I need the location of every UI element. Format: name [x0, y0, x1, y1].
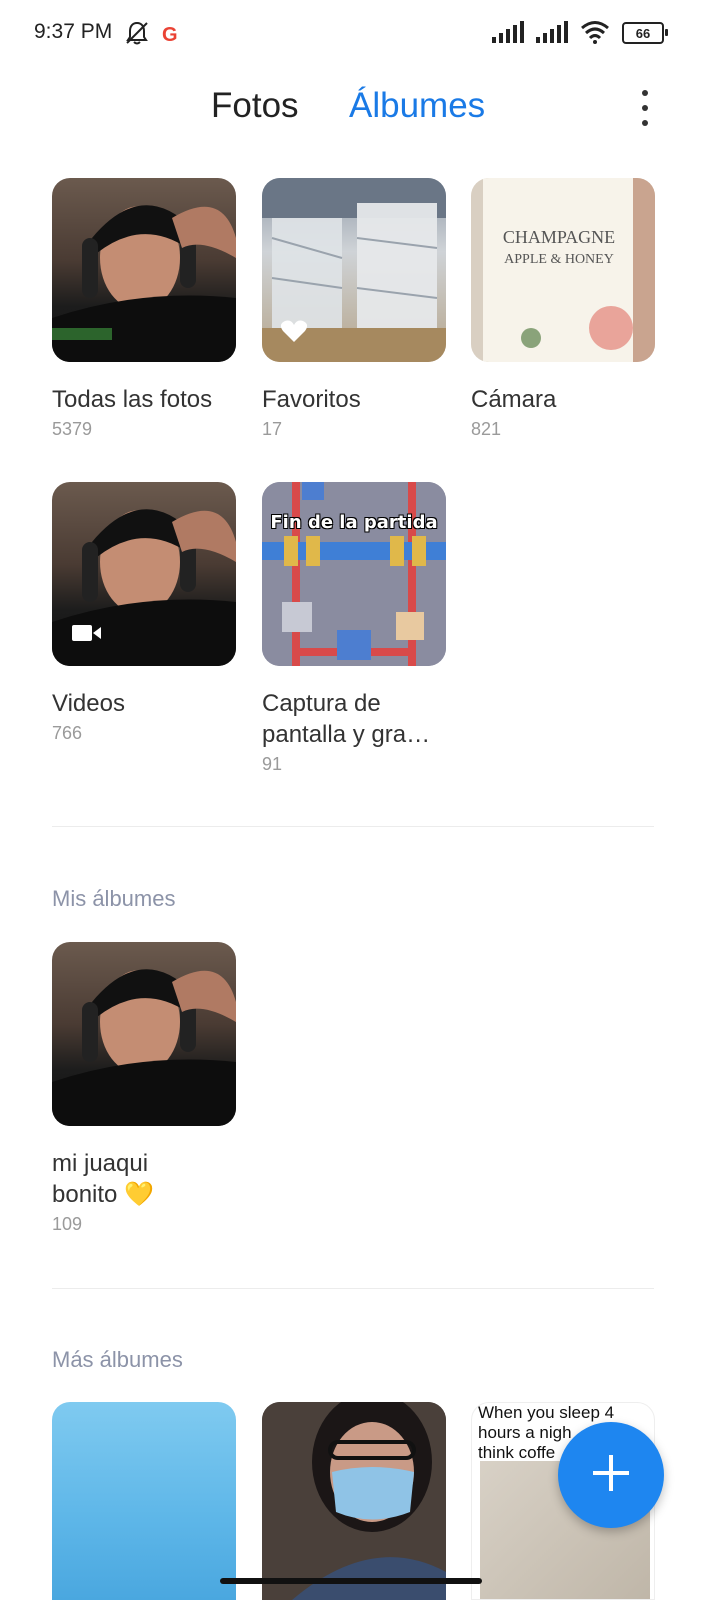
album-camara[interactable]: CHAMPAGNE APPLE & HONEY Cámara 821: [471, 178, 655, 440]
selfie-thumbnail: [52, 178, 236, 362]
album-count: 109: [52, 1214, 83, 1234]
more-options-icon[interactable]: [640, 90, 650, 126]
album-count: 17: [262, 419, 283, 439]
google-icon: G: [162, 24, 178, 46]
section-title-mis-albumes: Mis álbumes: [52, 886, 176, 911]
tab-albumes[interactable]: Álbumes: [349, 86, 485, 126]
selfie-thumbnail: [52, 482, 236, 666]
status-bar: 9:37 PM G 66: [0, 0, 720, 64]
album-capturas[interactable]: Fin de la partida Captura de pantalla y …: [262, 482, 446, 775]
album-favoritos[interactable]: Favoritos 17: [262, 178, 446, 440]
album-todas-las-fotos[interactable]: Todas las fotos 5379: [52, 178, 236, 440]
video-camera-icon: [72, 623, 102, 648]
blue-watercolor-thumbnail: [52, 1402, 236, 1600]
game-screenshot-thumbnail: Fin de la partida: [262, 482, 446, 666]
divider: [52, 1288, 654, 1289]
album-more-2[interactable]: [262, 1402, 446, 1600]
wrapped-machines-thumbnail: [262, 178, 446, 362]
plus-icon: [591, 1453, 631, 1498]
album-mi-juaqui-bonito[interactable]: mi juaqui bonito 💛 109: [52, 942, 236, 1235]
album-title: Cámara: [471, 386, 557, 413]
divider: [52, 826, 654, 827]
signal-icon-1: [492, 21, 524, 48]
game-banner-text: Fin de la partida: [270, 512, 438, 533]
album-count: 91: [262, 754, 283, 774]
top-tabs: Fotos Álbumes: [0, 80, 720, 140]
battery-icon: 66: [622, 22, 668, 44]
album-title: Favoritos: [262, 386, 361, 413]
album-title: Todas las fotos: [52, 386, 213, 413]
masked-person-thumbnail: [262, 1402, 446, 1600]
tab-fotos[interactable]: Fotos: [211, 86, 299, 126]
svg-text:CHAMPAGNE: CHAMPAGNE: [503, 227, 615, 247]
album-count: 821: [471, 419, 502, 439]
album-count: 5379: [52, 419, 93, 439]
heart-icon: [280, 319, 308, 348]
wifi-icon: [580, 20, 610, 49]
status-time: 9:37 PM: [34, 20, 113, 43]
album-count: 766: [52, 723, 83, 743]
album-more-1[interactable]: [52, 1402, 236, 1600]
add-album-button[interactable]: [558, 1422, 664, 1528]
album-title: Videos: [52, 690, 125, 717]
muted-bell-icon: [122, 18, 152, 53]
home-indicator[interactable]: [220, 1578, 482, 1584]
lotion-bottle-thumbnail: CHAMPAGNE APPLE & HONEY: [471, 178, 655, 362]
selfie-thumbnail: [52, 942, 236, 1126]
album-title: mi juaqui bonito 💛: [52, 1150, 154, 1208]
section-title-mas-albumes: Más álbumes: [52, 1347, 183, 1372]
signal-icon-2: [536, 21, 568, 48]
album-title: Captura de pantalla y gra…: [262, 690, 431, 748]
album-videos[interactable]: Videos 766: [52, 482, 236, 744]
svg-text:APPLE & HONEY: APPLE & HONEY: [504, 252, 614, 267]
